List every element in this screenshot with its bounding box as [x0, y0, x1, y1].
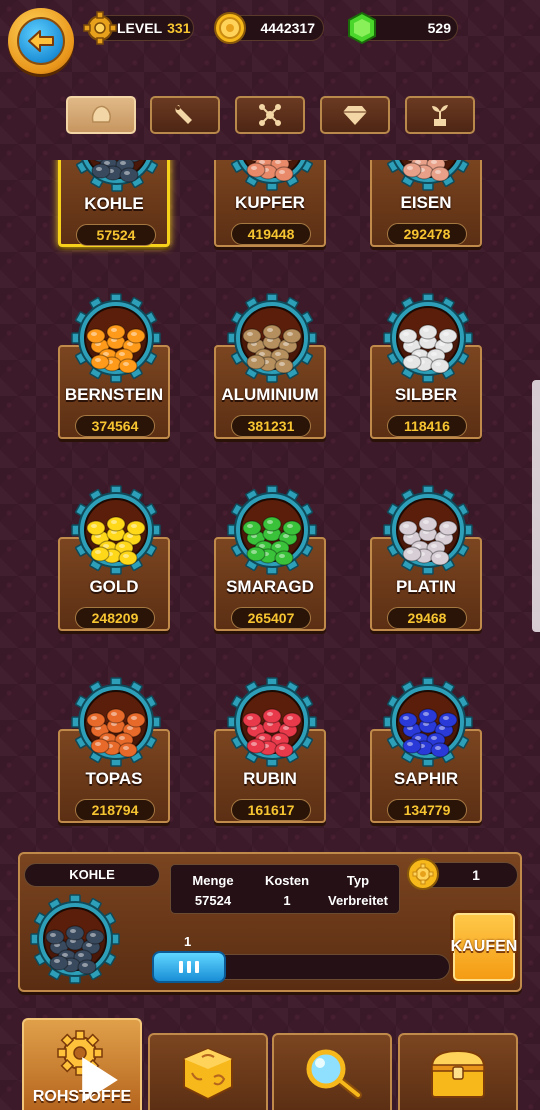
- resource-count: 381231: [231, 415, 311, 437]
- slider-value: 1: [184, 934, 192, 949]
- resource-card-eisen[interactable]: EISEN 292478: [370, 160, 482, 247]
- resource-name: GOLD: [89, 577, 139, 596]
- resource-count: 218794: [75, 799, 155, 821]
- resource-count: 118416: [387, 415, 467, 437]
- coin-amount: 4442317: [260, 20, 315, 36]
- resource-count: 29468: [387, 607, 467, 629]
- resource-icon-platin: [383, 485, 473, 575]
- resource-name: SILBER: [394, 385, 458, 404]
- resource-icon-eisen: [387, 160, 469, 191]
- resource-count: 292478: [387, 223, 467, 245]
- coin-balance[interactable]: 4442317: [214, 12, 324, 44]
- resource-card-aluminium[interactable]: ALUMINIUM 381231: [214, 293, 326, 439]
- selected-resource-name: KOHLE: [24, 863, 160, 887]
- coal-icon: [30, 894, 120, 984]
- sprout-icon: [432, 105, 448, 126]
- resource-card-saphir[interactable]: SAPHIR 134779: [370, 677, 482, 823]
- level-display: LEVEL 331: [83, 11, 194, 45]
- resource-card-platin[interactable]: PLATIN 29468: [370, 485, 482, 631]
- gear-icon: [83, 11, 117, 45]
- resource-name: ALUMINIUM: [221, 385, 319, 404]
- amount-value: 57524: [194, 893, 232, 908]
- resource-card-bernstein[interactable]: BERNSTEIN 374564: [58, 293, 170, 439]
- resource-card-rubin[interactable]: RUBIN 161617: [214, 677, 326, 823]
- tab-plants[interactable]: [405, 96, 475, 134]
- resource-count: 161617: [231, 799, 311, 821]
- resource-name: SAPHIR: [393, 769, 459, 788]
- buy-button[interactable]: KAUFEN: [450, 910, 518, 984]
- resource-info: Menge 57524 Kosten 1 Typ Verbreitet: [170, 864, 400, 914]
- resource-icon-smaragd: [227, 485, 317, 575]
- back-button[interactable]: [8, 8, 74, 74]
- resource-icon-aluminium: [227, 293, 317, 383]
- tab-chemistry[interactable]: [235, 96, 305, 134]
- buy-quantity-value: 1: [472, 867, 480, 883]
- diamond-icon: [343, 106, 367, 125]
- nav-resources[interactable]: ROHSTOFFE: [22, 1018, 142, 1110]
- coin-icon: [214, 12, 246, 44]
- resource-count: 134779: [387, 799, 467, 821]
- resource-name: KOHLE: [84, 194, 144, 213]
- resource-icon-rubin: [227, 677, 317, 767]
- resource-icon-silber: [383, 293, 473, 383]
- arrow-left-icon: [28, 30, 54, 52]
- resource-count: 419448: [231, 223, 311, 245]
- wrench-icon: [175, 105, 192, 124]
- nav-resources-label: ROHSTOFFE: [32, 1088, 132, 1105]
- resource-card-kupfer[interactable]: KUPFER 419448: [214, 160, 326, 247]
- type-value: Verbreitet: [328, 893, 388, 908]
- resource-card-kohle[interactable]: KOHLE 57524: [58, 160, 170, 247]
- slider-handle[interactable]: [152, 951, 226, 983]
- resource-card-topas[interactable]: TOPAS 218794: [58, 677, 170, 823]
- magnifier-icon: [306, 1049, 362, 1099]
- emerald-icon: [348, 11, 376, 45]
- resource-name: KUPFER: [235, 193, 305, 212]
- resource-icon-kupfer: [231, 160, 313, 191]
- gem-balance[interactable]: 529: [348, 11, 458, 45]
- resource-icon-bernstein: [71, 293, 161, 383]
- resource-name: BERNSTEIN: [64, 385, 164, 404]
- gear-coin-icon: [407, 858, 439, 890]
- resource-count: 265407: [231, 607, 311, 629]
- tab-gems[interactable]: [320, 96, 390, 134]
- purchase-panel: KOHLE Menge 57524 Kosten 1 Typ Verbreite…: [18, 852, 522, 992]
- nav-search[interactable]: [272, 1033, 392, 1110]
- amount-header: Menge: [192, 873, 234, 888]
- resource-name: RUBIN: [243, 769, 297, 788]
- resource-grid[interactable]: KOHLE 57524 KUPFER 419448 EISEN 292478 B…: [0, 160, 540, 850]
- type-header: Typ: [346, 873, 370, 888]
- resource-card-gold[interactable]: GOLD 248209: [58, 485, 170, 631]
- scrollbar[interactable]: [532, 380, 540, 632]
- resource-name: PLATIN: [395, 577, 457, 596]
- resource-icon-topas: [71, 677, 161, 767]
- resource-icon-saphir: [383, 677, 473, 767]
- resource-icon-gold: [71, 485, 161, 575]
- nav-shop[interactable]: [398, 1033, 518, 1110]
- treasure-chest-icon: [430, 1049, 486, 1098]
- level-label: LEVEL: [117, 20, 163, 36]
- tab-tools[interactable]: [150, 96, 220, 134]
- resource-card-silber[interactable]: SILBER 118416: [370, 293, 482, 439]
- dice-icon: [183, 1047, 233, 1100]
- molecule-icon: [259, 104, 281, 126]
- resource-card-smaragd[interactable]: SMARAGD 265407: [214, 485, 326, 631]
- nav-crafting[interactable]: [148, 1033, 268, 1110]
- level-value: 331: [167, 20, 191, 36]
- resource-icon-kohle: [76, 160, 158, 192]
- resource-count: 374564: [75, 415, 155, 437]
- resource-count: 248209: [75, 607, 155, 629]
- buy-button-label: KAUFEN: [450, 938, 518, 955]
- resource-name: EISEN: [400, 193, 452, 212]
- gem-amount: 529: [427, 20, 451, 36]
- tab-minerals[interactable]: [66, 96, 136, 134]
- rock-icon: [91, 105, 112, 123]
- resource-name: TOPAS: [85, 769, 143, 788]
- cost-header: Kosten: [264, 873, 310, 888]
- resource-name: SMARAGD: [226, 577, 314, 596]
- cost-value: 1: [283, 893, 291, 908]
- resource-count: 57524: [76, 224, 156, 246]
